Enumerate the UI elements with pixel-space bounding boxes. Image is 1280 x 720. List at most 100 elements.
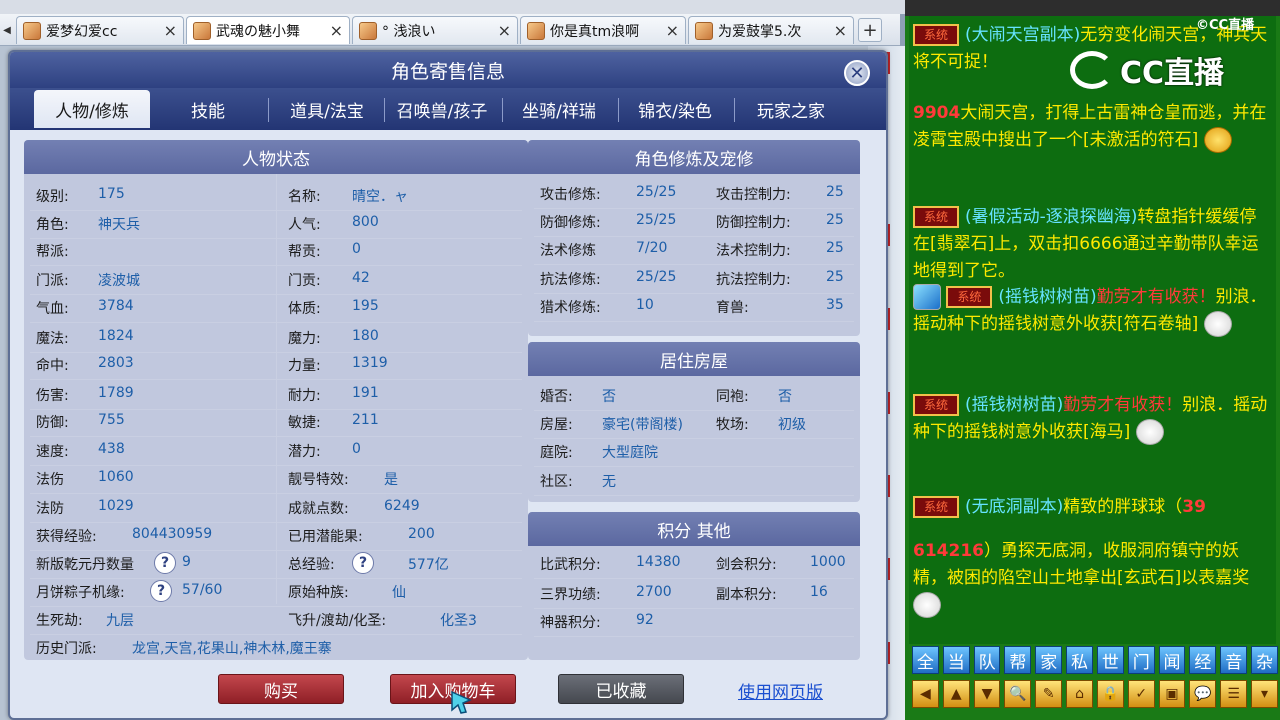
browser-tab-3[interactable]: ° 浅浪い × <box>352 16 518 44</box>
tab-player-home[interactable]: 玩家之家 <box>736 90 846 128</box>
tab-pets[interactable]: 召唤兽/孩子 <box>386 90 498 128</box>
search-icon[interactable]: 🔍 <box>1004 680 1032 708</box>
field-label: 抗法修炼: <box>540 272 601 288</box>
system-tag: 系统 <box>913 394 959 416</box>
buy-button[interactable]: 购买 <box>218 674 344 704</box>
chat-channel-button[interactable]: 家 <box>1035 646 1063 674</box>
tab-title: 武魂の魅小舞 <box>216 23 300 40</box>
stat-label: 力量: <box>288 358 321 374</box>
item-icon <box>913 284 941 310</box>
tab-close-icon[interactable]: × <box>666 21 679 40</box>
row-divider <box>534 578 854 579</box>
stat-value: 1319 <box>352 355 388 371</box>
tab-items[interactable]: 道具/法宝 <box>272 90 382 128</box>
home-icon[interactable]: ⌂ <box>1066 680 1093 708</box>
chat-channel-button[interactable]: 私 <box>1066 646 1093 674</box>
browser-tab-4[interactable]: 你是真tm浪啊 × <box>520 16 686 44</box>
row-divider <box>30 409 522 410</box>
chat-channel-button[interactable]: 当 <box>942 646 970 674</box>
chat-message: 系统 (暑假活动-逐浪探幽海)转盘指针缓缓停在[翡翠石]上，双击扣6666通过辛勤… <box>913 204 1269 285</box>
chat-channel-button[interactable]: 帮 <box>1004 646 1032 674</box>
stat-label: 已用潜能果: <box>288 529 363 545</box>
stat-label: 门派: <box>36 273 69 289</box>
stat-value: 1789 <box>98 385 134 401</box>
help-icon[interactable]: ? <box>150 580 172 602</box>
stat-label: 新版乾元丹数量 <box>36 557 134 573</box>
field-label: 攻击修炼: <box>540 187 601 203</box>
row-divider <box>534 293 854 294</box>
smile-emoji-icon <box>1203 127 1232 153</box>
tab-character[interactable]: 人物/修炼 <box>34 90 150 128</box>
stat-value: 438 <box>98 441 125 457</box>
stat-value: 191 <box>352 385 379 401</box>
lock-icon[interactable]: 🔒 <box>1096 680 1124 708</box>
stat-label: 总经验: <box>288 557 335 573</box>
tab-close-icon[interactable]: × <box>498 21 511 40</box>
row-divider <box>534 636 854 637</box>
field-label: 防御控制力: <box>716 215 791 231</box>
tab-mounts[interactable]: 坐骑/祥瑞 <box>504 90 614 128</box>
help-icon[interactable]: ? <box>154 552 176 574</box>
tab-skills[interactable]: 技能 <box>160 90 256 128</box>
stat-value: 晴空．ャ <box>352 189 408 205</box>
message-source: (暑假活动-逐浪探幽海) <box>965 207 1138 227</box>
close-icon[interactable]: ✕ <box>844 60 870 86</box>
chat-channel-button[interactable]: 音 <box>1220 646 1248 674</box>
game-avatar-icon <box>23 21 41 40</box>
system-tag: 系统 <box>913 24 959 46</box>
field-label: 法术修炼 <box>540 243 596 259</box>
chat-pane: 系统 (大闹天宫副本)无穷变化闹天宫，神兵天将不可捉！ 9904大闹天宫，打得上古… <box>905 0 1280 720</box>
message-number: 614216 <box>913 541 984 561</box>
chat-channel-button[interactable]: 队 <box>973 646 1001 674</box>
up-arrow-icon[interactable]: ▲ <box>942 680 970 708</box>
menu-icon[interactable]: ☰ <box>1220 680 1248 708</box>
tab-scroll-left-icon[interactable]: ◀ <box>0 20 14 40</box>
message-source: (无底洞副本) <box>965 497 1064 517</box>
left-arrow-icon[interactable]: ◀ <box>912 680 939 708</box>
tab-outfits[interactable]: 锦衣/染色 <box>620 90 730 128</box>
row-divider <box>30 606 522 607</box>
edit-icon[interactable]: ✎ <box>1035 680 1063 708</box>
system-tag: 系统 <box>946 286 993 308</box>
chat-channel-button[interactable]: 全 <box>912 646 939 674</box>
field-label: 防御修炼: <box>540 215 601 231</box>
row-divider <box>30 238 522 239</box>
help-icon[interactable]: ? <box>352 552 374 574</box>
logo-ring-icon <box>1070 51 1114 89</box>
square-icon[interactable]: ▣ <box>1158 680 1186 708</box>
check-icon[interactable]: ✓ <box>1127 680 1155 708</box>
chat-channel-button[interactable]: 经 <box>1189 646 1217 674</box>
chat-messages: 系统 (大闹天宫副本)无穷变化闹天宫，神兵天将不可捉！ 9904大闹天宫，打得上古… <box>909 16 1276 644</box>
row-divider <box>30 436 522 437</box>
chat-bubble-icon[interactable]: 💬 <box>1189 680 1217 708</box>
browser-tab-1[interactable]: 爱梦幻爱cc × <box>16 16 184 44</box>
stat-label: 魔力: <box>288 331 321 347</box>
field-label: 副本积分: <box>716 587 777 603</box>
tab-title: 你是真tm浪啊 <box>550 23 640 40</box>
window-top-strip <box>0 0 905 14</box>
field-value: 25 <box>826 212 844 228</box>
row-divider <box>30 550 522 551</box>
stat-value: 577亿 <box>408 557 449 573</box>
tab-close-icon[interactable]: × <box>834 21 847 40</box>
chat-channel-button[interactable]: 闻 <box>1158 646 1186 674</box>
message-number: 39 <box>1182 497 1206 517</box>
collected-button[interactable]: 已收藏 <box>558 674 684 704</box>
dropdown-icon[interactable]: ▾ <box>1251 680 1278 708</box>
stat-value: 0 <box>352 241 361 257</box>
chat-channel-button[interactable]: 杂 <box>1251 646 1278 674</box>
stat-label: 角色: <box>36 217 69 233</box>
dialog-tabs: 人物/修炼 技能 道具/法宝 召唤兽/孩子 坐骑/祥瑞 锦衣/染色 玩家之家 <box>10 88 886 130</box>
field-value: 16 <box>810 584 828 600</box>
browser-tab-5[interactable]: 为爱鼓掌5.次 × <box>688 16 854 44</box>
new-tab-button[interactable]: + <box>858 18 882 42</box>
chat-channel-button[interactable]: 门 <box>1127 646 1155 674</box>
browser-tab-2[interactable]: 武魂の魅小舞 × <box>186 16 350 44</box>
tab-close-icon[interactable]: × <box>164 21 177 40</box>
down-arrow-icon[interactable]: ▼ <box>973 680 1001 708</box>
tab-close-icon[interactable]: × <box>330 21 343 40</box>
row-divider <box>534 495 854 496</box>
cursor-icon <box>451 690 472 714</box>
chat-channel-button[interactable]: 世 <box>1096 646 1124 674</box>
web-version-link[interactable]: 使用网页版 <box>738 678 823 703</box>
